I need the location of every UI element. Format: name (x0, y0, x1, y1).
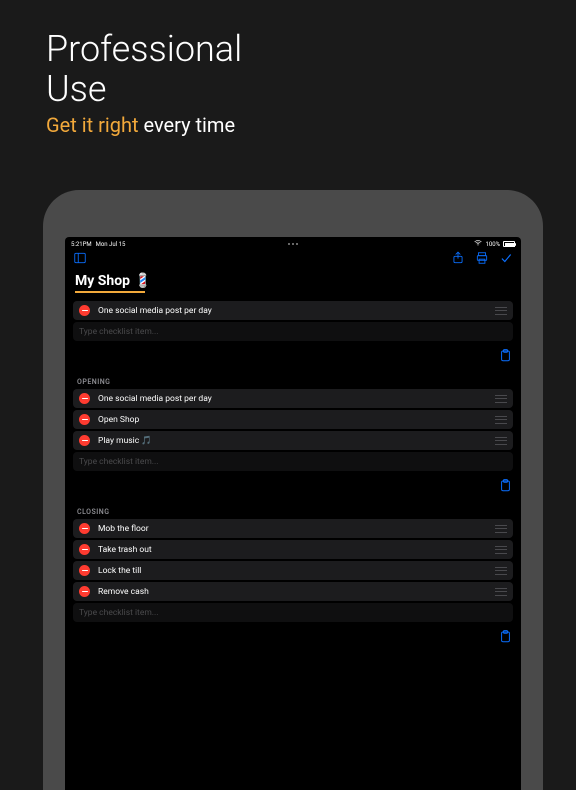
battery-percent: 100% (485, 241, 500, 248)
status-bar: 5:21PM Mon Jul 15 100% (65, 237, 521, 249)
remove-icon[interactable] (79, 435, 90, 446)
device-frame: 5:21PM Mon Jul 15 100% (43, 190, 543, 790)
multitask-dots (288, 243, 298, 245)
placeholder-text: Type checklist item... (79, 327, 507, 337)
list-item[interactable]: Take trash out (73, 540, 513, 559)
drag-handle-icon[interactable] (495, 588, 507, 596)
list-item[interactable]: Mob the floor (73, 519, 513, 538)
section-opening: OPENING One social media post per day Op… (73, 372, 513, 471)
status-date: Mon Jul 15 (96, 241, 126, 248)
item-text: One social media post per day (98, 394, 495, 404)
list-item[interactable]: Lock the till (73, 561, 513, 580)
list-item[interactable]: Remove cash (73, 582, 513, 601)
item-text: Lock the till (98, 566, 495, 576)
title-underline (75, 291, 145, 293)
remove-icon[interactable] (79, 414, 90, 425)
toolbar (65, 249, 521, 269)
app-screen: 5:21PM Mon Jul 15 100% (65, 237, 521, 790)
promo-title-line2: Use (46, 70, 576, 110)
sidebar-toggle-button[interactable] (73, 250, 87, 269)
done-button[interactable] (499, 250, 513, 269)
list-item[interactable]: One social media post per day (73, 301, 513, 320)
remove-icon[interactable] (79, 586, 90, 597)
drag-handle-icon[interactable] (495, 395, 507, 403)
unnamed-section: One social media post per day Type check… (73, 301, 513, 341)
remove-icon[interactable] (79, 523, 90, 534)
placeholder-text: Type checklist item... (79, 457, 507, 467)
promo-block: Professional Use Get it right every time (0, 0, 576, 137)
new-item-input[interactable]: Type checklist item... (73, 452, 513, 471)
drag-handle-icon[interactable] (495, 437, 507, 445)
item-text: Play music 🎵 (98, 436, 495, 446)
list-title: My Shop (75, 273, 130, 289)
promo-subtitle: Get it right every time (46, 113, 576, 137)
item-text: Mob the floor (98, 524, 495, 534)
promo-title-line1: Professional (46, 30, 576, 70)
share-button[interactable] (451, 250, 465, 269)
print-button[interactable] (475, 250, 489, 269)
item-text: Open Shop (98, 415, 495, 425)
new-item-input[interactable]: Type checklist item... (73, 322, 513, 341)
promo-subtitle-accent: Get it right (46, 113, 139, 137)
section-header: CLOSING (73, 502, 513, 519)
status-time: 5:21PM (71, 241, 92, 248)
battery-icon (503, 241, 515, 247)
clipboard-button[interactable] (500, 628, 511, 647)
remove-icon[interactable] (79, 305, 90, 316)
clipboard-button[interactable] (500, 477, 511, 496)
item-text: Remove cash (98, 587, 495, 597)
section-closing: CLOSING Mob the floor Take trash out Loc… (73, 502, 513, 622)
drag-handle-icon[interactable] (495, 567, 507, 575)
item-text: One social media post per day (98, 306, 495, 316)
remove-icon[interactable] (79, 393, 90, 404)
drag-handle-icon[interactable] (495, 546, 507, 554)
section-header: OPENING (73, 372, 513, 389)
list-title-row[interactable]: My Shop 💈 (65, 269, 521, 291)
list-item[interactable]: One social media post per day (73, 389, 513, 408)
drag-handle-icon[interactable] (495, 416, 507, 424)
remove-icon[interactable] (79, 565, 90, 576)
new-item-input[interactable]: Type checklist item... (73, 603, 513, 622)
drag-handle-icon[interactable] (495, 525, 507, 533)
list-emoji: 💈 (134, 273, 151, 289)
drag-handle-icon[interactable] (495, 307, 507, 315)
list-item[interactable]: Open Shop (73, 410, 513, 429)
wifi-icon (474, 240, 482, 248)
remove-icon[interactable] (79, 544, 90, 555)
list-item[interactable]: Play music 🎵 (73, 431, 513, 450)
promo-subtitle-rest: every time (139, 113, 236, 137)
placeholder-text: Type checklist item... (79, 608, 507, 618)
item-text: Take trash out (98, 545, 495, 555)
clipboard-button[interactable] (500, 347, 511, 366)
